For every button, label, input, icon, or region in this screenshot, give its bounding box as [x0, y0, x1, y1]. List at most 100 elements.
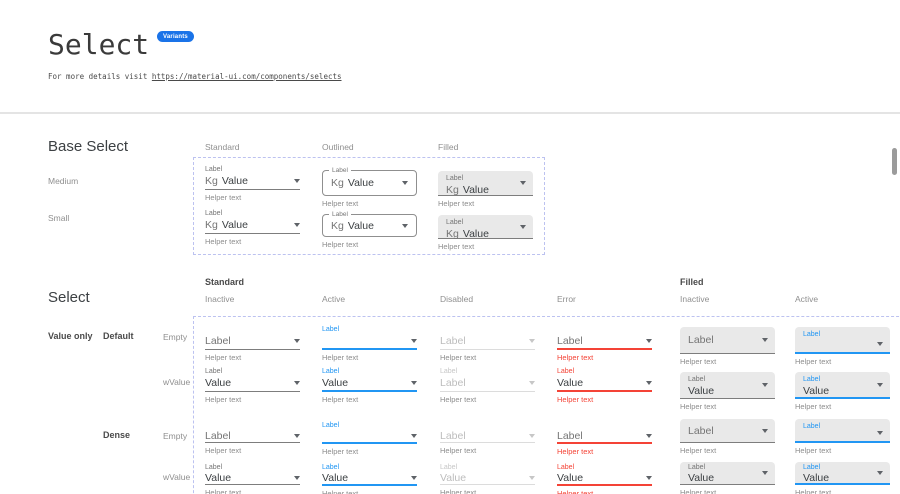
dropdown-caret-icon [877, 431, 883, 435]
select-standard-active-wvalue[interactable]: Label Value Helper text [322, 367, 417, 404]
field-placeholder: Label [440, 430, 466, 442]
select-filled-dense-active-empty[interactable]: Label Helper text [795, 419, 890, 455]
base-standard-medium-select[interactable]: Label KgValue Helper text [205, 165, 300, 202]
select-dense-error-wvalue[interactable]: Label Value Helper text [557, 463, 652, 494]
state-header-disabled: Disabled [440, 294, 473, 304]
helper-text: Helper text [440, 395, 535, 404]
field-label: Label [446, 174, 525, 183]
dropdown-caret-icon [529, 434, 535, 438]
material-ui-link[interactable]: https://material-ui.com/components/selec… [152, 72, 342, 81]
field-value: Value [463, 184, 489, 196]
row-header-dense: Dense [103, 430, 130, 440]
base-select-heading: Base Select [48, 138, 128, 155]
select-filled-dense-inactive-wvalue[interactable]: LabelValue Helper text [680, 462, 775, 494]
field-label: Label [803, 422, 882, 431]
field-label: Label [322, 367, 417, 376]
row-group-value-only: Value only [48, 331, 93, 341]
state-header-filled-inactive: Inactive [680, 294, 709, 304]
select-dense-disabled-wvalue: Label Value Helper text [440, 463, 535, 494]
field-value: Value [440, 472, 466, 484]
field-placeholder: Label [688, 425, 714, 437]
field-label: Label [440, 367, 535, 376]
field-value: Value [557, 472, 583, 484]
select-filled-inactive-wvalue[interactable]: LabelValue Helper text [680, 372, 775, 411]
base-standard-small-select[interactable]: Label KgValue Helper text [205, 209, 300, 246]
row-header-wvalue: wValue [163, 377, 190, 387]
dropdown-caret-icon [294, 339, 300, 343]
dropdown-caret-icon [529, 339, 535, 343]
helper-text: Helper text [557, 395, 652, 404]
dropdown-caret-icon [877, 471, 883, 475]
field-label: Label [329, 211, 351, 219]
select-heading: Select [48, 289, 90, 306]
state-header-error: Error [557, 294, 576, 304]
base-outlined-small-select[interactable]: LabelKgValue Helper text [322, 214, 417, 249]
state-header-filled-active: Active [795, 294, 818, 304]
field-label: Label [205, 463, 300, 472]
dropdown-caret-icon [646, 339, 652, 343]
field-label: Label [322, 421, 417, 430]
dropdown-caret-icon [411, 434, 417, 438]
helper-text: Helper text [440, 353, 535, 362]
helper-text: Helper text [322, 489, 417, 494]
base-filled-small-select[interactable]: Label KgValue Helper text [438, 215, 533, 251]
select-standard-disabled-wvalue: Label Label Helper text [440, 367, 535, 404]
field-label: Label [329, 167, 351, 175]
field-label: Label [446, 218, 525, 227]
select-dense-active-wvalue[interactable]: Label Value Helper text [322, 463, 417, 494]
page: Select Variants For more details visit h… [0, 0, 900, 494]
field-label: Label [803, 464, 882, 472]
select-standard-active-empty[interactable]: Label Helper text [322, 325, 417, 362]
dropdown-caret-icon [411, 381, 417, 385]
helper-text: Helper text [557, 353, 652, 362]
field-adornment: Kg [205, 219, 218, 231]
select-dense-disabled-empty: Label Helper text [440, 430, 535, 455]
select-standard-error-empty[interactable]: Label Helper text [557, 334, 652, 362]
field-value: Value [688, 385, 767, 397]
field-value: Value [205, 377, 231, 389]
details-prefix: For more details visit [48, 72, 152, 81]
select-dense-active-empty[interactable]: Label Helper text [322, 421, 417, 456]
select-filled-dense-inactive-empty[interactable]: Label Helper text [680, 419, 775, 455]
dropdown-caret-icon [762, 429, 768, 433]
dropdown-caret-icon [646, 381, 652, 385]
select-filled-active-wvalue[interactable]: LabelValue Helper text [795, 372, 890, 411]
vertical-scrollbar-thumb[interactable] [892, 148, 897, 175]
helper-text: Helper text [205, 193, 300, 202]
dropdown-caret-icon [762, 383, 768, 387]
dropdown-caret-icon [646, 476, 652, 480]
select-filled-dense-active-wvalue[interactable]: LabelValue Helper text [795, 462, 890, 494]
field-adornment: Kg [205, 175, 218, 187]
state-header-inactive: Inactive [205, 294, 234, 304]
select-standard-inactive-empty[interactable]: Label Helper text [205, 334, 300, 362]
select-dense-inactive-empty[interactable]: Label Helper text [205, 430, 300, 455]
select-filled-active-empty[interactable]: Label Helper text [795, 327, 890, 366]
field-adornment: Kg [446, 228, 459, 240]
select-standard-inactive-wvalue[interactable]: Label Value Helper text [205, 367, 300, 404]
dropdown-caret-icon [294, 434, 300, 438]
select-dense-inactive-wvalue[interactable]: Label Value Helper text [205, 463, 300, 494]
dropdown-caret-icon [529, 476, 535, 480]
base-outlined-medium-select[interactable]: LabelKgValue Helper text [322, 170, 417, 208]
page-title: Select [48, 28, 149, 61]
select-standard-error-wvalue[interactable]: Label Value Helper text [557, 367, 652, 404]
field-label: Label [557, 463, 652, 472]
dropdown-caret-icon [294, 223, 300, 227]
variants-badge: Variants [157, 31, 194, 42]
column-header-outlined: Outlined [322, 142, 354, 152]
base-filled-medium-select[interactable]: Label KgValue Helper text [438, 171, 533, 208]
helper-text: Helper text [680, 446, 775, 455]
select-dense-error-empty[interactable]: Label Helper text [557, 430, 652, 456]
details-line: For more details visit https://material-… [48, 72, 342, 81]
helper-text: Helper text [322, 395, 417, 404]
select-filled-inactive-empty[interactable]: Label Helper text [680, 327, 775, 366]
field-value: Value [322, 377, 348, 389]
helper-text: Helper text [680, 402, 775, 411]
row-header-small: Small [48, 213, 69, 223]
helper-text: Helper text [680, 488, 775, 494]
field-value: Label [440, 377, 466, 389]
field-label: Label [557, 367, 652, 376]
field-value: Value [222, 219, 248, 231]
field-value: Value [205, 472, 231, 484]
helper-text: Helper text [205, 446, 300, 455]
